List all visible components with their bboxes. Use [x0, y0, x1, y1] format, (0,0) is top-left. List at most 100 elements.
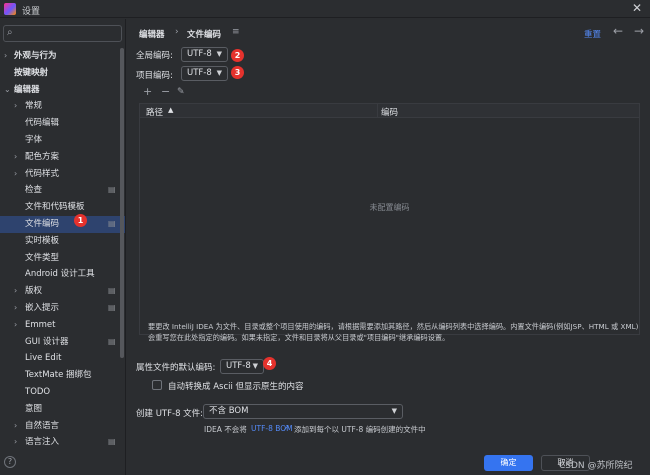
annotation-badge-4: 4 — [263, 357, 276, 370]
sidebar-item-label: 检查 — [25, 185, 43, 196]
breadcrumb-separator: › — [175, 27, 179, 37]
sidebar-item[interactable]: 检查 ▤ — [0, 182, 125, 199]
search-icon: ⌕ — [7, 27, 13, 38]
sidebar-item[interactable]: › 嵌入提示 ▤ — [0, 300, 125, 317]
encoding-table[interactable]: 路径 ▲ 编码 未配置编码 — [139, 103, 640, 335]
settings-tree: › 外观与行为 按键映射 ⌄ 编辑器 › 常规 代码编辑 字体 › 配色方案 › 代码样式 检查 ▤ 文件和代… — [0, 48, 125, 451]
chevron-right-icon[interactable]: › — [14, 149, 17, 166]
transparent-ascii-checkbox[interactable] — [152, 380, 162, 390]
sidebar-item[interactable]: 文件编码 ▤ — [0, 215, 125, 233]
chevron-right-icon[interactable]: › — [14, 317, 17, 334]
external-link-icon: ↗ — [283, 423, 290, 432]
sidebar-item-label: Live Edit — [25, 353, 62, 364]
properties-encoding-label: 属性文件的默认编码: — [136, 363, 216, 373]
project-config-icon: ▤ — [108, 286, 116, 296]
sidebar-item-label: Android 设计工具 — [25, 269, 95, 280]
sidebar-item-label: 实时模板 — [25, 235, 60, 246]
sidebar-item[interactable]: › 配色方案 — [0, 149, 125, 166]
remove-icon[interactable]: − — [161, 85, 170, 99]
encoding-help-note: 要更改 IntelliJ IDEA 为文件、目录或整个项目使用的编码，请根据需要… — [148, 322, 639, 342]
column-header-path[interactable]: 路径 — [146, 106, 163, 118]
sidebar-item-label: 外观与行为 — [14, 51, 57, 61]
project-config-icon: ▤ — [108, 437, 116, 447]
project-config-icon: ▤ — [108, 185, 116, 195]
sidebar-item[interactable]: › 自然语言 — [0, 418, 125, 435]
sidebar-item-label: 编辑器 — [14, 84, 40, 95]
chevron-down-icon: ▼ — [216, 69, 222, 77]
sidebar-item[interactable]: › 版权 ▤ — [0, 283, 125, 300]
settings-search-input[interactable]: ⌕ — [3, 25, 122, 42]
chevron-down-icon[interactable]: ⌄ — [4, 82, 11, 99]
sidebar-item[interactable]: › 语言注入 ▤ — [0, 434, 125, 451]
sidebar-item-label: 版权 — [25, 286, 43, 297]
chevron-right-icon[interactable]: › — [14, 434, 17, 451]
add-icon[interactable]: + — [143, 85, 152, 99]
forward-arrow-icon[interactable]: → — [634, 24, 644, 38]
window-title: 设置 — [22, 7, 41, 17]
sidebar-item[interactable]: TODO — [0, 384, 125, 401]
sidebar-item[interactable]: › 外观与行为 — [0, 48, 125, 65]
chevron-right-icon[interactable]: › — [14, 418, 17, 435]
sidebar-item[interactable]: ⌄ 编辑器 — [0, 82, 125, 99]
sidebar-item[interactable]: › Emmet — [0, 317, 125, 334]
chevron-right-icon[interactable]: › — [14, 98, 17, 115]
menu-lines-icon: ≡ — [232, 27, 240, 37]
sidebar-item-label: 字体 — [25, 134, 43, 145]
sidebar-item-label: 代码编辑 — [25, 118, 60, 129]
ok-button[interactable]: 确定 — [484, 455, 533, 471]
sidebar-item[interactable]: 意图 — [0, 401, 125, 418]
sidebar-item-label: 意图 — [25, 403, 43, 414]
project-encoding-dropdown[interactable]: UTF-8 ▼ — [181, 66, 228, 81]
edit-icon[interactable]: ✎ — [177, 85, 185, 99]
chevron-right-icon[interactable]: › — [4, 48, 7, 65]
sidebar-item-label: 文件和代码模板 — [25, 202, 85, 213]
sidebar-scrollbar[interactable] — [120, 48, 124, 358]
chevron-right-icon[interactable]: › — [14, 300, 17, 317]
bom-hint-prefix: IDEA 不会将 — [204, 425, 247, 434]
project-encoding-label: 项目编码: — [136, 71, 173, 81]
chevron-right-icon[interactable]: › — [14, 283, 17, 300]
sidebar-item[interactable]: › 代码样式 — [0, 166, 125, 183]
sidebar-item[interactable]: GUI 设计器 ▤ — [0, 334, 125, 351]
sidebar-item-label: Emmet — [25, 319, 56, 330]
csdn-watermark: CSDN @苏所院纪 — [559, 461, 633, 471]
project-config-icon: ▤ — [108, 302, 116, 312]
sidebar-item[interactable]: 文件和代码模板 — [0, 199, 125, 216]
properties-encoding-dropdown[interactable]: UTF-8 ▼ — [220, 359, 264, 374]
sidebar-item-label: 代码样式 — [25, 168, 60, 179]
global-encoding-dropdown[interactable]: UTF-8 ▼ — [181, 47, 228, 62]
sidebar-item-label: 自然语言 — [25, 420, 60, 431]
column-header-encoding[interactable]: 编码 — [381, 106, 398, 118]
column-divider[interactable] — [377, 104, 378, 118]
properties-encoding-value: UTF-8 — [226, 361, 251, 371]
sidebar-item[interactable]: 按键映射 — [0, 65, 125, 82]
global-encoding-label: 全局编码: — [136, 51, 173, 61]
sort-ascending-icon: ▲ — [168, 106, 174, 114]
sidebar-item-label: 文件类型 — [25, 252, 60, 263]
annotation-badge-3: 3 — [231, 66, 244, 79]
sidebar-item-label: TODO — [25, 386, 51, 397]
breadcrumb-current: 文件编码 — [187, 30, 222, 40]
transparent-ascii-label: 自动转换成 Ascii 但显示原生的内容 — [168, 382, 304, 392]
close-icon[interactable]: ✕ — [632, 1, 642, 15]
sidebar-item-label: 按键映射 — [14, 67, 49, 78]
sidebar-item[interactable]: 实时模板 — [0, 233, 125, 250]
sidebar-item[interactable]: 文件类型 — [0, 250, 125, 267]
help-icon[interactable]: ? — [4, 456, 16, 468]
sidebar-item[interactable]: › 常规 — [0, 98, 125, 115]
reset-link[interactable]: 重置 — [584, 28, 601, 40]
sidebar-item-label: 配色方案 — [25, 151, 60, 162]
bom-label: 创建 UTF-8 文件: — [136, 409, 204, 419]
sidebar-item[interactable]: Android 设计工具 — [0, 266, 125, 283]
breadcrumb-parent[interactable]: 编辑器 — [139, 28, 165, 40]
sidebar-item[interactable]: TextMate 捆绑包 — [0, 367, 125, 384]
bom-dropdown[interactable]: 不含 BOM ▼ — [203, 404, 403, 419]
sidebar-item[interactable]: 字体 — [0, 132, 125, 149]
project-config-icon: ▤ — [108, 336, 116, 346]
project-encoding-value: UTF-8 — [187, 68, 212, 78]
back-arrow-icon[interactable]: ← — [613, 24, 623, 38]
chevron-right-icon[interactable]: › — [14, 166, 17, 183]
sidebar-item[interactable]: Live Edit — [0, 350, 125, 367]
sidebar-item[interactable]: 代码编辑 — [0, 115, 125, 132]
table-toolbar: + − ✎ — [139, 85, 639, 99]
